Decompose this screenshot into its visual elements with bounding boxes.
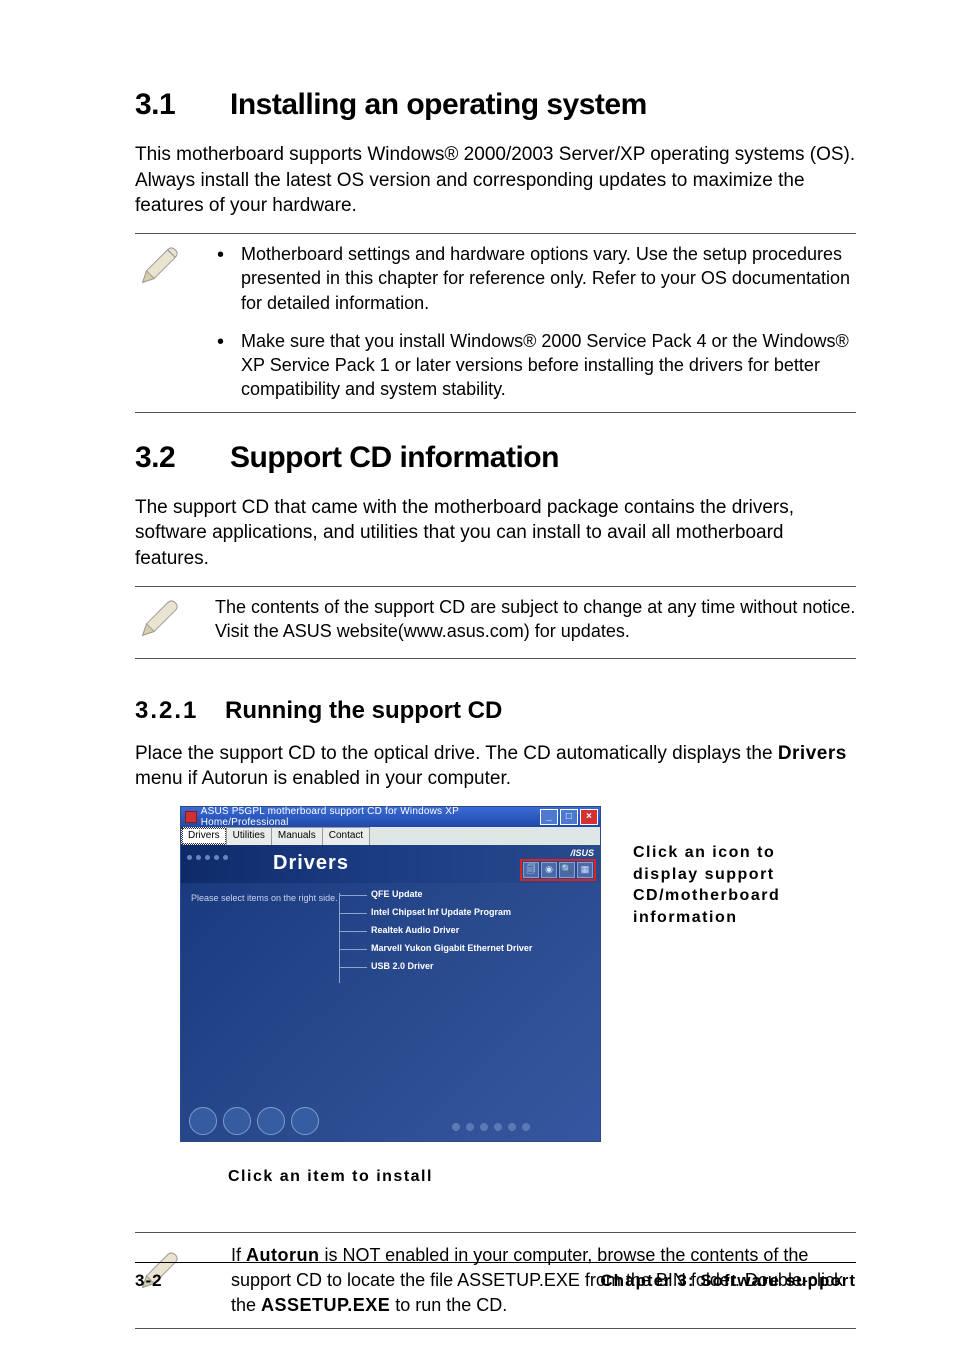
minimize-button[interactable]: _ xyxy=(540,809,558,825)
asus-logo: /ISUS xyxy=(570,848,594,858)
heading-3-2-1: 3.2.1Running the support CD xyxy=(135,697,856,725)
note-text: The contents of the support CD are subje… xyxy=(215,595,856,648)
pencil-icon xyxy=(135,630,181,647)
note-text: Motherboard settings and hardware option… xyxy=(215,242,856,402)
heading-number: 3.2 xyxy=(135,441,230,475)
info-icon[interactable]: ◉ xyxy=(541,862,557,878)
banner-title: Drivers xyxy=(273,852,349,875)
maximize-button[interactable]: □ xyxy=(560,809,578,825)
window-titlebar: ASUS P5GPL motherboard support CD for Wi… xyxy=(181,807,600,827)
section-3-1-paragraph: This motherboard supports Windows® 2000/… xyxy=(135,142,856,219)
decoration-dots-icon xyxy=(452,1123,530,1131)
tab-manuals[interactable]: Manuals xyxy=(271,827,323,845)
bottom-icons xyxy=(189,1107,319,1135)
heading-title: Installing an operating system xyxy=(230,88,647,121)
drivers-bold: Drivers xyxy=(778,743,847,764)
note-block-1: Motherboard settings and hardware option… xyxy=(135,233,856,413)
subsection-paragraph: Place the support CD to the optical driv… xyxy=(135,741,856,792)
info-icons-highlight: 🗐 ◉ 🔍 ▦ xyxy=(520,859,596,881)
app-icon xyxy=(185,811,197,823)
side-caption: Click an icon to display support CD/moth… xyxy=(633,806,798,1142)
driver-list: QFE Update Intel Chipset Inf Update Prog… xyxy=(371,889,532,979)
tab-bar: Drivers Utilities Manuals Contact xyxy=(181,827,600,845)
note-text-part: to run the CD. xyxy=(390,1295,507,1315)
close-button[interactable]: × xyxy=(580,809,598,825)
heading-3-1: 3.1Installing an operating system xyxy=(135,88,856,122)
bottom-icon[interactable] xyxy=(189,1107,217,1135)
heading-title: Running the support CD xyxy=(225,697,502,724)
bottom-icon[interactable] xyxy=(223,1107,251,1135)
info-icon[interactable]: 🗐 xyxy=(523,862,539,878)
note-item: Motherboard settings and hardware option… xyxy=(215,242,856,315)
paragraph-text: Place the support CD to the optical driv… xyxy=(135,743,778,764)
heading-number: 3.2.1 xyxy=(135,697,225,725)
heading-3-2: 3.2Support CD information xyxy=(135,441,856,475)
assetup-bold: ASSETUP.EXE xyxy=(261,1295,390,1315)
tree-line xyxy=(339,893,340,983)
info-icon[interactable]: ▦ xyxy=(577,862,593,878)
left-hint-text: Please select items on the right side. xyxy=(191,893,341,905)
window-title: ASUS P5GPL motherboard support CD for Wi… xyxy=(201,806,540,828)
tab-drivers[interactable]: Drivers xyxy=(181,827,227,845)
heading-title: Support CD information xyxy=(230,441,559,474)
below-caption: Click an item to install xyxy=(228,1168,856,1186)
note-block-2: The contents of the support CD are subje… xyxy=(135,586,856,659)
page-number: 3-2 xyxy=(135,1271,163,1291)
tab-contact[interactable]: Contact xyxy=(322,827,370,845)
banner: Drivers /ISUS 🗐 ◉ 🔍 ▦ xyxy=(181,845,600,883)
tab-utilities[interactable]: Utilities xyxy=(226,827,272,845)
section-3-2-paragraph: The support CD that came with the mother… xyxy=(135,495,856,572)
driver-item[interactable]: QFE Update xyxy=(371,889,532,899)
chapter-label: Chapter 3: Software support xyxy=(600,1271,856,1291)
page-footer: 3-2 Chapter 3: Software support xyxy=(135,1262,856,1291)
note-icon xyxy=(135,595,215,648)
paragraph-text: menu if Autorun is enabled in your compu… xyxy=(135,768,511,789)
banner-dots-icon xyxy=(187,855,228,860)
pencil-icon xyxy=(135,277,181,294)
driver-item[interactable]: Intel Chipset Inf Update Program xyxy=(371,907,532,917)
note-icon xyxy=(135,242,215,402)
heading-number: 3.1 xyxy=(135,88,230,122)
window-main-area: Please select items on the right side. Q… xyxy=(181,883,600,1141)
bottom-icon[interactable] xyxy=(291,1107,319,1135)
driver-item[interactable]: Marvell Yukon Gigabit Ethernet Driver xyxy=(371,943,532,953)
bottom-icon[interactable] xyxy=(257,1107,285,1135)
screenshot-row: ASUS P5GPL motherboard support CD for Wi… xyxy=(180,806,856,1142)
note-item: Make sure that you install Windows® 2000… xyxy=(215,329,856,402)
driver-item[interactable]: USB 2.0 Driver xyxy=(371,961,532,971)
support-cd-window: ASUS P5GPL motherboard support CD for Wi… xyxy=(180,806,601,1142)
info-icon[interactable]: 🔍 xyxy=(559,862,575,878)
driver-item[interactable]: Realtek Audio Driver xyxy=(371,925,532,935)
